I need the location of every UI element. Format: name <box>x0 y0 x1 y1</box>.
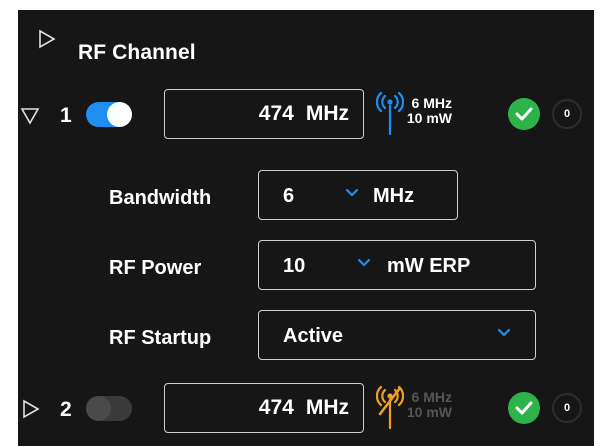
bandwidth-select[interactable]: 6 MHz <box>258 170 458 220</box>
channel-2-number: 2 <box>60 398 72 421</box>
chevron-down-icon <box>497 328 511 337</box>
channel-1-frequency-unit: MHz <box>305 102 349 125</box>
channel-2-expand-icon[interactable] <box>22 399 40 419</box>
section-title: RF Channel <box>78 41 196 64</box>
channel-1-number: 1 <box>60 104 72 127</box>
bandwidth-value: 6 <box>283 185 295 207</box>
rf-power-label: RF Power <box>109 257 202 279</box>
channel-2-frequency-value: 474 <box>258 396 294 419</box>
channel-1-bandwidth-summary: 6 MHz <box>411 95 452 111</box>
channel-1-toggle[interactable] <box>86 102 132 127</box>
channel-2-rf-summary: 6 MHz 10 mW <box>396 390 452 420</box>
channel-2-bandwidth-summary: 6 MHz <box>411 389 452 405</box>
channel-2-toggle[interactable] <box>86 396 132 421</box>
channel-1-count-badge: 0 <box>552 99 582 129</box>
channel-2-frequency-field[interactable]: 474 MHz <box>164 383 364 433</box>
channel-1-power-summary: 10 mW <box>406 110 452 126</box>
channel-2-power-summary: 10 mW <box>406 404 452 420</box>
channel-1-frequency-field[interactable]: 474 MHz <box>164 89 364 139</box>
rf-startup-value: Active <box>283 325 344 347</box>
rf-startup-label: RF Startup <box>109 327 212 349</box>
bandwidth-label: Bandwidth <box>109 187 212 209</box>
channel-1-frequency-value: 474 <box>258 102 294 125</box>
toggle-knob <box>107 102 132 127</box>
channel-2-frequency-unit: MHz <box>305 396 349 419</box>
chevron-down-icon <box>345 188 359 197</box>
channel-1-status-ok-icon <box>508 98 540 130</box>
rf-power-value: 10 <box>283 255 306 277</box>
section-expand-icon[interactable] <box>38 29 56 49</box>
channel-2-status-ok-icon <box>508 392 540 424</box>
bandwidth-unit: MHz <box>373 185 415 207</box>
channel-1-collapse-icon[interactable] <box>20 107 40 125</box>
rf-channel-panel: RF Channel 1 474 MHz 6 MHz 10 mW 0 Bandw… <box>18 10 594 446</box>
chevron-down-icon <box>357 258 371 267</box>
channel-2-count-badge: 0 <box>552 393 582 423</box>
rf-power-select[interactable]: 10 mW ERP <box>258 240 536 290</box>
rf-startup-select[interactable]: Active <box>258 310 536 360</box>
channel-1-rf-summary: 6 MHz 10 mW <box>396 96 452 126</box>
rf-power-unit: mW ERP <box>387 255 471 277</box>
toggle-knob <box>86 396 111 421</box>
